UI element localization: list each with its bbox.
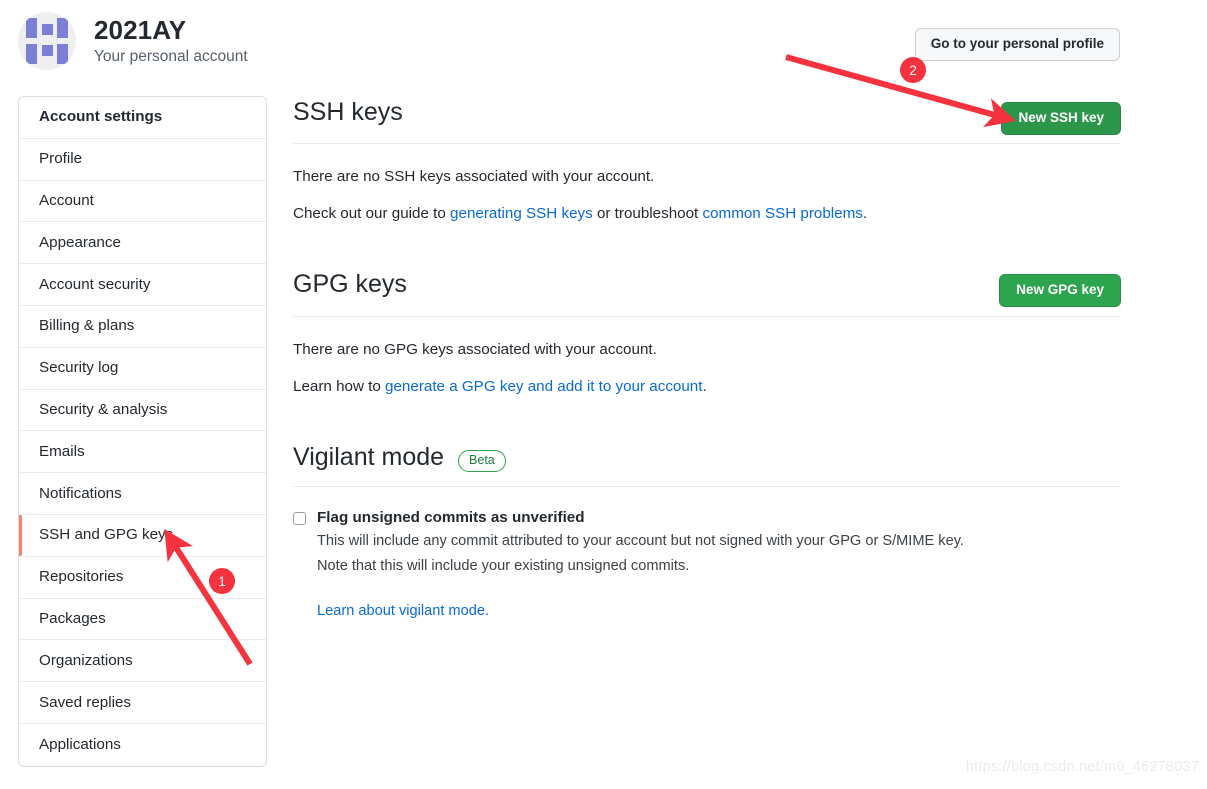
main-content: SSH keys New SSH key There are no SSH ke… xyxy=(293,96,1121,622)
sidebar-item-packages[interactable]: Packages xyxy=(19,599,266,641)
gpg-learn-text: Learn how to generate a GPG key and add … xyxy=(293,376,1121,398)
sidebar-item-label: Account settings xyxy=(39,108,163,126)
gpg-learn-prefix: Learn how to xyxy=(293,378,386,395)
sidebar-item-label: Repositories xyxy=(39,568,124,586)
sidebar-item-label: Profile xyxy=(39,150,83,168)
generate-gpg-key-link[interactable]: generate a GPG key and add it to your ac… xyxy=(385,378,702,395)
sidebar-item-emails[interactable]: Emails xyxy=(19,431,266,474)
ssh-empty-text: There are no SSH keys associated with yo… xyxy=(293,168,655,185)
vigilant-description-line-2: Note that this will include your existin… xyxy=(317,557,690,574)
sidebar-item-label: Saved replies xyxy=(39,693,132,711)
learn-about-vigilant-mode-link[interactable]: Learn about vigilant mode. xyxy=(317,603,489,619)
sidebar-item-label: Security & analysis xyxy=(39,400,168,418)
sidebar-item-label: Security log xyxy=(39,359,119,377)
sidebar-item-label: SSH and GPG keys xyxy=(39,526,174,544)
sidebar-item-label: Organizations xyxy=(39,651,133,669)
beta-badge: Beta xyxy=(458,450,506,472)
annotation-marker-2: 2 xyxy=(900,57,926,83)
learn-about-vigilant-mode-row: Learn about vigilant mode. xyxy=(317,601,964,622)
sidebar-item-label: Account xyxy=(39,191,94,209)
sidebar-item-security-analysis[interactable]: Security & analysis xyxy=(19,390,266,432)
new-ssh-key-button[interactable]: New SSH key xyxy=(1001,102,1121,135)
account-settings-sidebar: Account settings Profile Account Appearance… xyxy=(18,96,267,767)
vigilant-description-line-1: This will include any commit attributed … xyxy=(317,533,964,549)
ssh-divider xyxy=(293,143,1121,144)
ssh-keys-title: SSH keys xyxy=(293,98,403,126)
account-name: 2021AY xyxy=(94,14,187,45)
ssh-guide-text: Check out our guide to generating SSH ke… xyxy=(293,203,1121,225)
sidebar-item-label: Notifications xyxy=(39,484,122,502)
sidebar-item-security-log[interactable]: Security log xyxy=(19,348,266,390)
flag-unsigned-commits-checkbox[interactable] xyxy=(293,512,306,525)
sidebar-item-organizations[interactable]: Organizations xyxy=(19,640,266,683)
ssh-guide-middle: or troubleshoot xyxy=(592,205,703,222)
ssh-keys-header: SSH keys New SSH key xyxy=(293,96,1121,135)
sidebar-item-label: Appearance xyxy=(39,233,121,251)
account-header: 2021AY Your personal account xyxy=(18,12,248,70)
identicon-avatar xyxy=(18,12,76,70)
sidebar-item-appearance[interactable]: Appearance xyxy=(19,222,266,265)
gpg-keys-header: GPG keys New GPG key xyxy=(293,268,1121,307)
ssh-guide-suffix: . xyxy=(862,205,868,222)
flag-unsigned-commits-row: Flag unsigned commits as unverified This… xyxy=(293,508,1121,622)
flag-unsigned-commits-label: Flag unsigned commits as unverified xyxy=(317,509,585,526)
watermark-text: https://blog.csdn.net/m0_46278037 xyxy=(965,759,1199,775)
sidebar-item-billing-plans[interactable]: Billing & plans xyxy=(19,306,266,348)
vigilant-divider xyxy=(293,486,1121,487)
vigilant-mode-title: Vigilant mode Beta xyxy=(293,441,506,473)
vigilant-mode-header: Vigilant mode Beta xyxy=(293,441,1121,473)
gpg-keys-title: GPG keys xyxy=(293,270,407,298)
page-root: 2021AY Your personal account Go to your … xyxy=(0,0,1207,789)
gpg-divider xyxy=(293,316,1121,317)
sidebar-item-label: Packages xyxy=(39,609,106,627)
go-to-personal-profile-button[interactable]: Go to your personal profile xyxy=(914,28,1120,61)
sidebar-item-label: Emails xyxy=(39,442,85,460)
new-gpg-key-button[interactable]: New GPG key xyxy=(999,274,1121,307)
sidebar-item-account[interactable]: Account xyxy=(19,181,266,223)
generating-ssh-keys-link[interactable]: generating SSH keys xyxy=(450,205,593,222)
sidebar-item-ssh-and-gpg-keys[interactable]: SSH and GPG keys xyxy=(19,514,266,557)
vigilant-mode-title-text: Vigilant mode xyxy=(293,443,445,471)
account-subtitle: Your personal account xyxy=(94,47,248,65)
sidebar-item-notifications[interactable]: Notifications xyxy=(19,473,266,515)
ssh-guide-prefix: Check out our guide to xyxy=(293,205,451,222)
sidebar-item-label: Billing & plans xyxy=(39,317,135,335)
sidebar-item-saved-replies[interactable]: Saved replies xyxy=(19,682,266,724)
sidebar-heading: Account settings xyxy=(19,97,266,139)
gpg-empty-text: There are no GPG keys associated with yo… xyxy=(293,341,657,358)
sidebar-item-label: Applications xyxy=(39,735,121,753)
sidebar-item-profile[interactable]: Profile xyxy=(19,139,266,181)
common-ssh-problems-link[interactable]: common SSH problems xyxy=(703,205,863,222)
annotation-marker-1: 1 xyxy=(209,568,235,594)
sidebar-item-account-security[interactable]: Account security xyxy=(19,264,266,306)
sidebar-item-label: Account security xyxy=(39,275,151,293)
sidebar-item-applications[interactable]: Applications xyxy=(19,724,266,766)
gpg-learn-suffix: . xyxy=(702,378,707,395)
